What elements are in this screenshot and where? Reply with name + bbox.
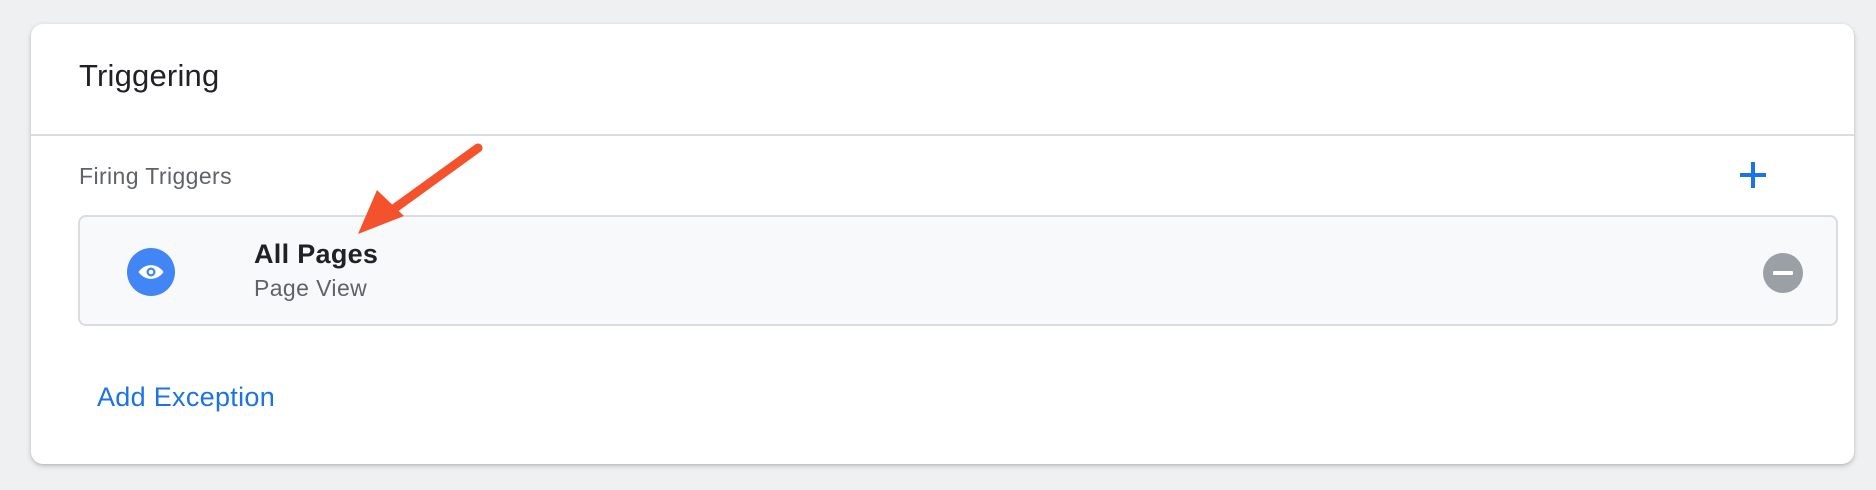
add-exception-button[interactable]: Add Exception (97, 382, 275, 413)
minus-circle-icon (1773, 271, 1793, 275)
title-divider (31, 134, 1854, 136)
triggering-card: Triggering Firing Triggers All Pages Pag… (31, 24, 1854, 464)
add-trigger-button[interactable] (1731, 153, 1775, 197)
card-title: Triggering (79, 58, 220, 93)
firing-triggers-label: Firing Triggers (79, 163, 232, 189)
trigger-type-icon (127, 248, 175, 296)
trigger-name: All Pages (254, 239, 379, 269)
remove-trigger-button[interactable] (1763, 253, 1803, 293)
plus-icon (1740, 162, 1766, 188)
eye-icon (138, 265, 164, 279)
trigger-row-all-pages[interactable]: All Pages Page View (78, 215, 1838, 326)
trigger-type: Page View (254, 275, 368, 301)
